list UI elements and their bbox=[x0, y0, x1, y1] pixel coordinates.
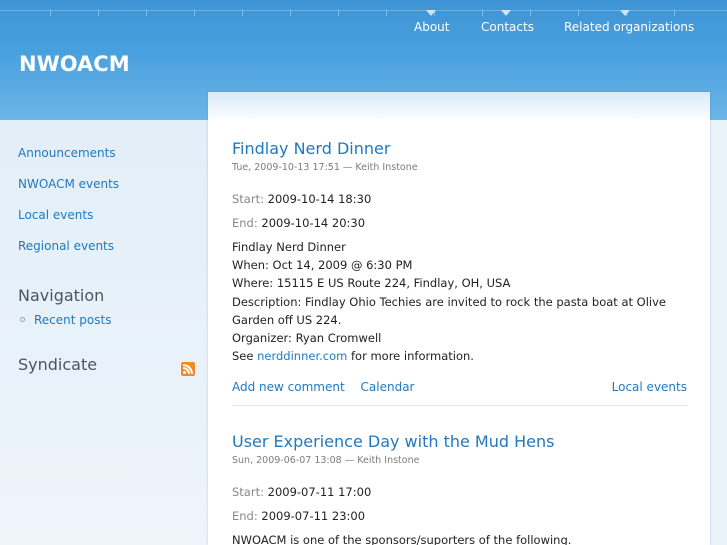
end-label: End: bbox=[232, 509, 258, 523]
event-start: Start: 2009-10-14 18:30 bbox=[232, 192, 371, 206]
node-meta: Sun, 2009-06-07 13:08 — Keith Instone bbox=[232, 455, 420, 466]
sidebar-link-nwoacm-events[interactable]: NWOACM events bbox=[18, 177, 119, 191]
header-tick bbox=[338, 10, 339, 16]
header-tick bbox=[146, 10, 147, 16]
start-label: Start: bbox=[232, 485, 264, 499]
event-end: End: 2009-07-11 23:00 bbox=[232, 509, 365, 523]
rss-feed-icon[interactable] bbox=[181, 362, 195, 376]
event-end: End: 2009-10-14 20:30 bbox=[232, 216, 365, 230]
start-value: 2009-10-14 18:30 bbox=[267, 192, 372, 206]
node-body: Findlay Nerd Dinner When: Oct 14, 2009 @… bbox=[232, 238, 666, 365]
end-value: 2009-07-11 23:00 bbox=[261, 509, 366, 523]
header-tick bbox=[578, 10, 579, 16]
node-body: NWOACM is one of the sponsors/suporters … bbox=[232, 531, 571, 545]
start-label: Start: bbox=[232, 192, 264, 206]
header-tick bbox=[386, 10, 387, 16]
bullet-icon bbox=[20, 317, 25, 322]
body-line: Findlay Nerd Dinner bbox=[232, 240, 346, 254]
header-tick bbox=[50, 10, 51, 16]
header-tick bbox=[194, 10, 195, 16]
sidebar-link-announcements[interactable]: Announcements bbox=[18, 146, 116, 160]
nav-pointer-icon bbox=[620, 10, 630, 16]
body-line: When: Oct 14, 2009 @ 6:30 PM bbox=[232, 258, 413, 273]
node-title-link[interactable]: Findlay Nerd Dinner bbox=[232, 139, 687, 158]
body-line: Where: 15115 E US Route 224, Findlay, OH… bbox=[232, 276, 511, 291]
add-comment-link[interactable]: Add new comment bbox=[232, 380, 345, 394]
navigation-heading: Navigation bbox=[18, 286, 105, 305]
syndicate-heading: Syndicate bbox=[18, 355, 98, 374]
event-start: Start: 2009-07-11 17:00 bbox=[232, 485, 371, 499]
end-label: End: bbox=[232, 216, 258, 230]
start-value: 2009-07-11 17:00 bbox=[267, 485, 372, 499]
event-node: User Experience Day with the Mud Hens Su… bbox=[232, 432, 687, 545]
calendar-link[interactable]: Calendar bbox=[361, 380, 415, 394]
category-local-events-link[interactable]: Local events bbox=[612, 380, 687, 394]
nav-contacts[interactable]: Contacts bbox=[481, 20, 534, 34]
body-line: Garden off US 224. bbox=[232, 312, 342, 327]
node-title-link[interactable]: User Experience Day with the Mud Hens bbox=[232, 432, 687, 451]
body-line: NWOACM is one of the sponsors/suporters … bbox=[232, 533, 572, 545]
body-line: See nerddinner.com for more information. bbox=[232, 349, 474, 364]
event-node: Findlay Nerd Dinner Tue, 2009-10-13 17:5… bbox=[232, 139, 687, 439]
nav-pointer-icon bbox=[501, 10, 511, 16]
header-tick bbox=[530, 10, 531, 16]
header-tick bbox=[290, 10, 291, 16]
navigation-recent-posts[interactable]: Recent posts bbox=[34, 313, 111, 327]
end-value: 2009-10-14 20:30 bbox=[261, 216, 366, 230]
header-tick bbox=[98, 10, 99, 16]
body-line: Description: Findlay Ohio Techies are in… bbox=[232, 294, 666, 309]
node-meta: Tue, 2009-10-13 17:51 — Keith Instone bbox=[232, 162, 418, 173]
header-rule bbox=[0, 10, 727, 11]
header-tick bbox=[674, 10, 675, 16]
header-tick bbox=[242, 10, 243, 16]
nav-pointer-icon bbox=[426, 10, 436, 16]
header-tick bbox=[482, 10, 483, 16]
node-separator bbox=[232, 405, 687, 406]
main-content: Findlay Nerd Dinner Tue, 2009-10-13 17:5… bbox=[208, 92, 710, 545]
body-line: Organizer: Ryan Cromwell bbox=[232, 331, 382, 346]
sidebar-link-regional-events[interactable]: Regional events bbox=[18, 239, 114, 253]
sidebar-link-local-events[interactable]: Local events bbox=[18, 208, 93, 222]
content-top-glow bbox=[208, 92, 710, 122]
site-name-link[interactable]: NWOACM bbox=[19, 52, 130, 76]
nerddinner-link[interactable]: nerddinner.com bbox=[257, 349, 347, 363]
node-links: Add new comment Calendar Local events bbox=[232, 380, 687, 394]
nav-related-organizations[interactable]: Related organizations bbox=[564, 20, 694, 34]
nav-about[interactable]: About bbox=[414, 20, 449, 34]
